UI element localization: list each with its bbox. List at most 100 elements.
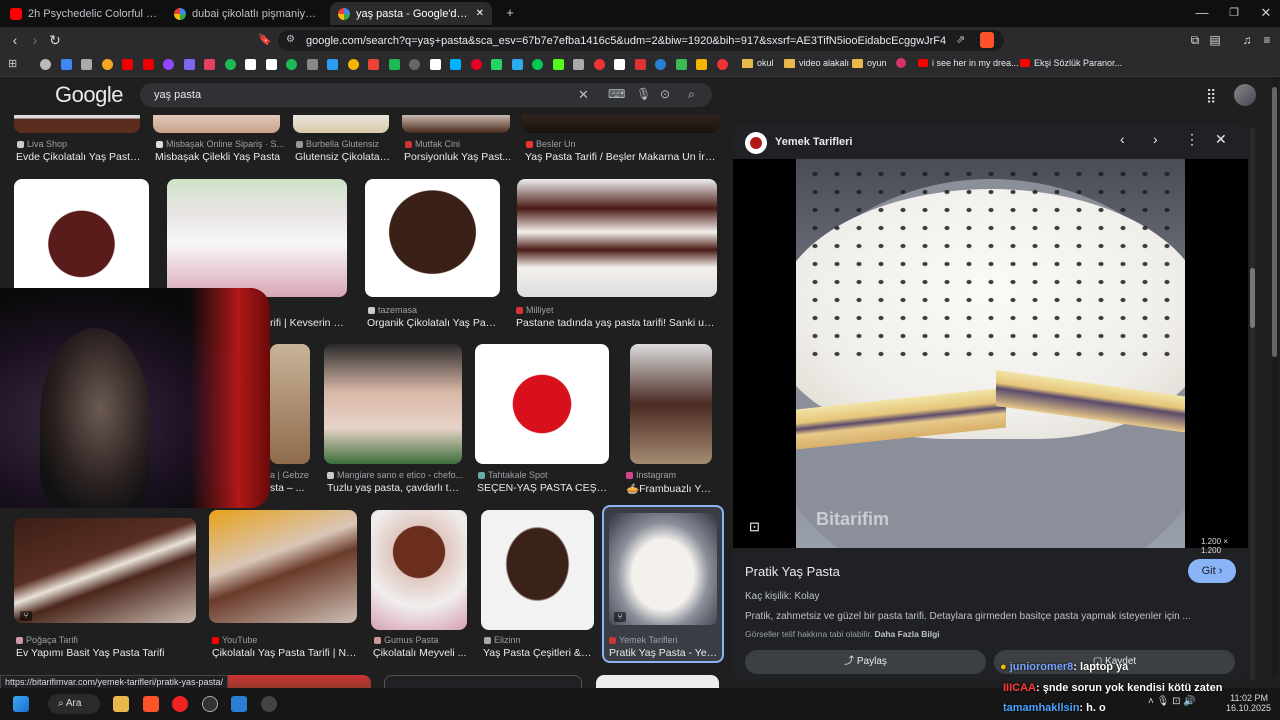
bookmark-site-icon[interactable] (634, 59, 646, 70)
apps-icon[interactable]: ⊞ (8, 57, 19, 70)
bookmark-site-icon[interactable] (40, 59, 51, 70)
bookmark-site-icon[interactable] (286, 59, 297, 70)
brave-icon[interactable] (143, 696, 159, 712)
bookmark-okul[interactable]: okul (742, 58, 774, 68)
bookmark-site-icon[interactable] (696, 59, 707, 70)
bookmark-site-icon[interactable] (306, 59, 318, 70)
result-title[interactable]: Tuzlu yaş pasta, çavdarlı tos... (327, 482, 463, 494)
result-image[interactable] (371, 510, 467, 630)
new-tab-button[interactable]: + (496, 4, 524, 22)
bookmark-video[interactable]: video alakalı (784, 58, 849, 68)
bookmark-site-icon[interactable] (368, 59, 379, 70)
tab-dubai[interactable]: dubai çikolatlı pişmaniye - Google'da (166, 2, 328, 25)
bookmark-site-icon[interactable] (470, 59, 482, 70)
result-image[interactable] (517, 179, 717, 297)
result-image[interactable] (475, 344, 609, 464)
close-tab-icon[interactable]: ✕ (476, 8, 484, 19)
result-title[interactable]: sta – ... (270, 482, 315, 494)
bookmark-site-icon[interactable] (573, 59, 584, 70)
tab-psychedelic[interactable]: 2h Psychedelic Colorful Neon Backgro (2, 2, 166, 25)
result-title[interactable]: Yaş Pasta Çeşitleri & Y... (483, 647, 593, 659)
preview-image[interactable]: Bitarifim (796, 159, 1185, 548)
file-explorer-icon[interactable] (113, 696, 129, 712)
bookmark-flower[interactable] (896, 58, 906, 68)
result-image[interactable] (522, 115, 719, 133)
avatar[interactable] (1234, 84, 1256, 106)
share-icon[interactable]: ⇗ (956, 33, 965, 46)
bookmark-site-icon[interactable] (60, 59, 72, 70)
bookmark-site-icon[interactable] (655, 59, 666, 70)
bookmark-site-icon[interactable] (450, 59, 461, 70)
result-title[interactable]: Porsiyonluk Yaş Past... (404, 151, 512, 163)
address-bar[interactable]: ⚙ google.com/search?q=yaş+pasta&sca_esv=… (278, 30, 1004, 51)
result-image[interactable] (384, 675, 582, 688)
result-title[interactable]: Misbaşak Çilekli Yaş Pasta (155, 151, 282, 163)
result-title[interactable]: Pastane tadında yaş pasta tarifi! Sanki … (516, 317, 716, 329)
brave-shield-icon[interactable] (980, 32, 994, 48)
bookmark-site-icon[interactable] (593, 59, 605, 70)
bookmark-site-icon[interactable] (491, 59, 502, 70)
bookmark-oyun[interactable]: oyun (852, 58, 887, 68)
steam-icon[interactable] (261, 696, 277, 712)
bookmark-site-icon[interactable] (532, 59, 543, 70)
result-title[interactable]: Yaş Pasta Tarifi / Beşler Makarna Un İrm… (525, 151, 719, 163)
maximize-button[interactable]: ❐ (1220, 4, 1248, 22)
bookmark-eksi[interactable]: Ekşi Sözlük Paranor... (1020, 58, 1122, 68)
next-icon[interactable]: › (1153, 131, 1158, 147)
bookmark-site-icon[interactable] (429, 59, 441, 70)
result-title[interactable]: Evde Çikolatalı Yaş Pasta... (16, 151, 142, 163)
bookmark-site-icon[interactable] (122, 59, 133, 70)
result-image[interactable] (293, 115, 389, 133)
more-options-icon[interactable]: ⋮ (1185, 131, 1199, 148)
tab-yas-pasta[interactable]: yaş pasta - Google'da Ara ✕ (330, 2, 492, 25)
result-image[interactable] (630, 344, 712, 464)
bookmark-site-icon[interactable] (265, 59, 277, 70)
result-title[interactable]: 🥧Frambuazlı Yaş... (626, 482, 716, 495)
result-title[interactable]: Pratik Yaş Pasta - Yem... (609, 647, 719, 659)
clock[interactable]: 11:02 PM 16.10.2025 (1226, 693, 1271, 713)
result-image[interactable] (14, 518, 196, 623)
bookmark-site-icon[interactable] (327, 59, 338, 70)
search-box[interactable]: yaş pasta ✕ ⌨ 🎙 ⊙ ⌕ (140, 83, 712, 107)
bookmark-site-icon[interactable] (163, 59, 174, 70)
result-image[interactable] (14, 115, 140, 133)
site-info-icon[interactable]: ⚙ (286, 34, 295, 45)
keyboard-icon[interactable]: ⌨ (608, 87, 625, 101)
lens-search-icon[interactable]: ⊡ (749, 519, 760, 535)
panel-scrollbar[interactable] (1250, 128, 1255, 680)
share-button[interactable]: ⤴ Paylaş (745, 650, 986, 674)
result-image[interactable] (209, 675, 371, 688)
bookmark-site-icon[interactable] (409, 59, 420, 70)
panel-title[interactable]: Pratik Yaş Pasta (745, 564, 840, 579)
result-image[interactable] (14, 179, 149, 297)
bookmark-site-icon[interactable] (101, 59, 113, 70)
lens-icon[interactable]: ⊙ (660, 87, 670, 101)
result-title[interactable]: Glutensiz Çikolata-... (295, 151, 391, 163)
minimize-button[interactable]: — (1188, 4, 1216, 22)
back-icon[interactable]: ‹ (6, 31, 24, 49)
media-player-icon[interactable] (172, 696, 188, 712)
bookmark-site-icon[interactable] (81, 59, 92, 70)
bookmark-site-icon[interactable] (614, 59, 625, 70)
search-icon[interactable]: ⌕ (688, 87, 695, 102)
sidebar-icon[interactable]: ▤ (1206, 31, 1224, 49)
more-info-link[interactable]: Daha Fazla Bilgi (874, 629, 939, 639)
close-icon[interactable]: ✕ (1215, 131, 1227, 148)
forward-icon[interactable]: › (26, 31, 44, 49)
taskbar-search[interactable]: ⌕ Ara (48, 694, 100, 714)
bookmark-icon[interactable]: 🔖 (256, 31, 274, 49)
mic-icon[interactable]: 🎙 (636, 87, 651, 101)
media-icon[interactable]: ♫ (1238, 31, 1256, 49)
visit-button[interactable]: Git › (1188, 559, 1236, 583)
reload-icon[interactable]: ↻ (46, 31, 64, 49)
bookmark-site-icon[interactable] (204, 59, 215, 70)
panel-site-name[interactable]: Yemek Tarifleri (775, 136, 852, 148)
bookmark-see-her[interactable]: i see her in my drea... (918, 58, 1019, 68)
result-title[interactable]: Çikolatalı Meyveli ... (373, 647, 468, 659)
result-image[interactable] (270, 344, 310, 464)
bookmark-site-icon[interactable] (675, 59, 687, 70)
result-image[interactable] (167, 179, 347, 297)
page-scrollbar[interactable] (1271, 77, 1278, 677)
result-title[interactable]: Organik Çikolatalı Yaş Past... (367, 317, 500, 329)
bookmark-site-icon[interactable] (716, 59, 728, 70)
